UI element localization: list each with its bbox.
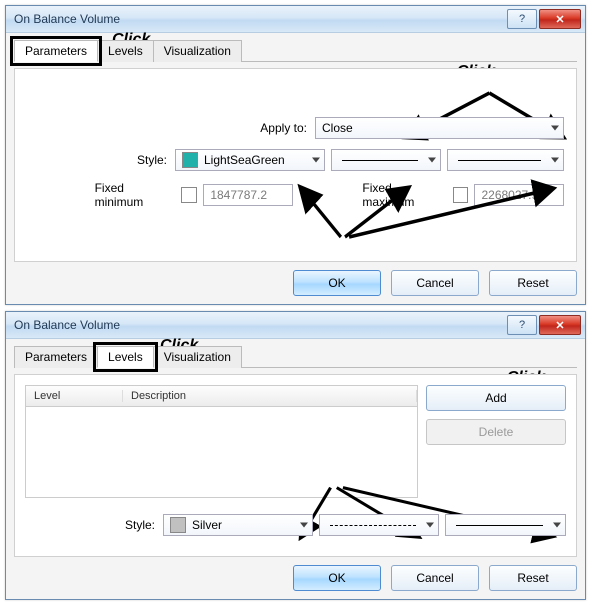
style-color-select[interactable]: Silver (163, 514, 313, 536)
levels-table-header: Level Description (25, 385, 418, 407)
style-label: Style: (27, 153, 175, 167)
side-buttons: Add Delete (426, 385, 566, 498)
close-icon: ✕ (555, 319, 564, 332)
chevron-down-icon (553, 523, 561, 528)
col-description: Description (123, 390, 417, 402)
chevron-down-icon (551, 126, 559, 131)
fixed-min-input[interactable]: 1847787.2 (203, 184, 293, 206)
chevron-down-icon (300, 523, 308, 528)
dialog-body: Click Click Click Parameters Levels Visu… (6, 339, 585, 599)
color-swatch (170, 517, 186, 533)
window-title: On Balance Volume (14, 12, 505, 26)
style-color-name: LightSeaGreen (204, 153, 285, 167)
dialog-body: Click Click Click Parameters Levels Visu… (6, 33, 585, 304)
style-line-select[interactable] (319, 514, 439, 536)
style-width-select[interactable] (447, 149, 564, 171)
dialog-obv-levels: On Balance Volume ? ✕ Click Click Click … (5, 311, 586, 600)
panel-parameters: Apply to: Close Style: LightSeaGreen (14, 68, 577, 262)
tab-visualization[interactable]: Visualization (153, 40, 242, 62)
tab-bar: Parameters Levels Visualization (14, 39, 577, 62)
tab-visualization[interactable]: Visualization (153, 346, 242, 368)
chevron-down-icon (312, 158, 320, 163)
fixed-max-label: Fixed maximum (362, 181, 446, 209)
apply-to-select[interactable]: Close (315, 117, 564, 139)
fixed-max-checkbox[interactable] (453, 187, 469, 203)
close-icon: ✕ (555, 13, 564, 26)
window-title: On Balance Volume (14, 318, 505, 332)
reset-button[interactable]: Reset (489, 270, 577, 296)
help-button[interactable]: ? (507, 9, 537, 29)
help-icon: ? (519, 13, 525, 25)
ok-button[interactable]: OK (293, 270, 381, 296)
cancel-button[interactable]: Cancel (391, 270, 479, 296)
apply-to-value: Close (322, 121, 353, 135)
chevron-down-icon (428, 158, 436, 163)
color-swatch (182, 152, 198, 168)
cancel-button[interactable]: Cancel (391, 565, 479, 591)
fixed-max-input[interactable]: 2268027.9 (474, 184, 564, 206)
help-button[interactable]: ? (507, 315, 537, 335)
line-width-sample (456, 525, 543, 526)
button-bar: OK Cancel Reset (14, 270, 577, 296)
style-line-select[interactable] (331, 149, 441, 171)
add-button[interactable]: Add (426, 385, 566, 411)
fixed-min-checkbox[interactable] (181, 187, 197, 203)
line-width-sample (458, 160, 541, 161)
style-color-name: Silver (192, 518, 222, 532)
dialog-obv-parameters: On Balance Volume ? ✕ Click Click Click … (5, 5, 586, 305)
style-width-select[interactable] (445, 514, 566, 536)
style-color-select[interactable]: LightSeaGreen (175, 149, 325, 171)
chevron-down-icon (551, 158, 559, 163)
levels-list[interactable] (25, 407, 418, 498)
line-style-sample (330, 525, 416, 526)
apply-to-label: Apply to: (27, 121, 315, 135)
delete-button: Delete (426, 419, 566, 445)
fixed-min-label: Fixed minimum (95, 181, 176, 209)
help-icon: ? (519, 319, 525, 331)
reset-button[interactable]: Reset (489, 565, 577, 591)
titlebar[interactable]: On Balance Volume ? ✕ (6, 312, 585, 339)
button-bar: OK Cancel Reset (14, 565, 577, 591)
close-button[interactable]: ✕ (539, 315, 581, 335)
ok-button[interactable]: OK (293, 565, 381, 591)
col-level: Level (26, 390, 123, 402)
titlebar[interactable]: On Balance Volume ? ✕ (6, 6, 585, 33)
close-button[interactable]: ✕ (539, 9, 581, 29)
tab-levels[interactable]: Levels (97, 346, 154, 368)
tab-levels[interactable]: Levels (97, 40, 154, 62)
panel-levels: Level Description Add Delete Style: Silv… (14, 374, 577, 557)
line-style-sample (342, 160, 418, 161)
tab-bar: Parameters Levels Visualization (14, 345, 577, 368)
style-label: Style: (25, 518, 163, 532)
chevron-down-icon (426, 523, 434, 528)
tab-parameters[interactable]: Parameters (14, 346, 98, 368)
tab-parameters[interactable]: Parameters (14, 40, 98, 62)
